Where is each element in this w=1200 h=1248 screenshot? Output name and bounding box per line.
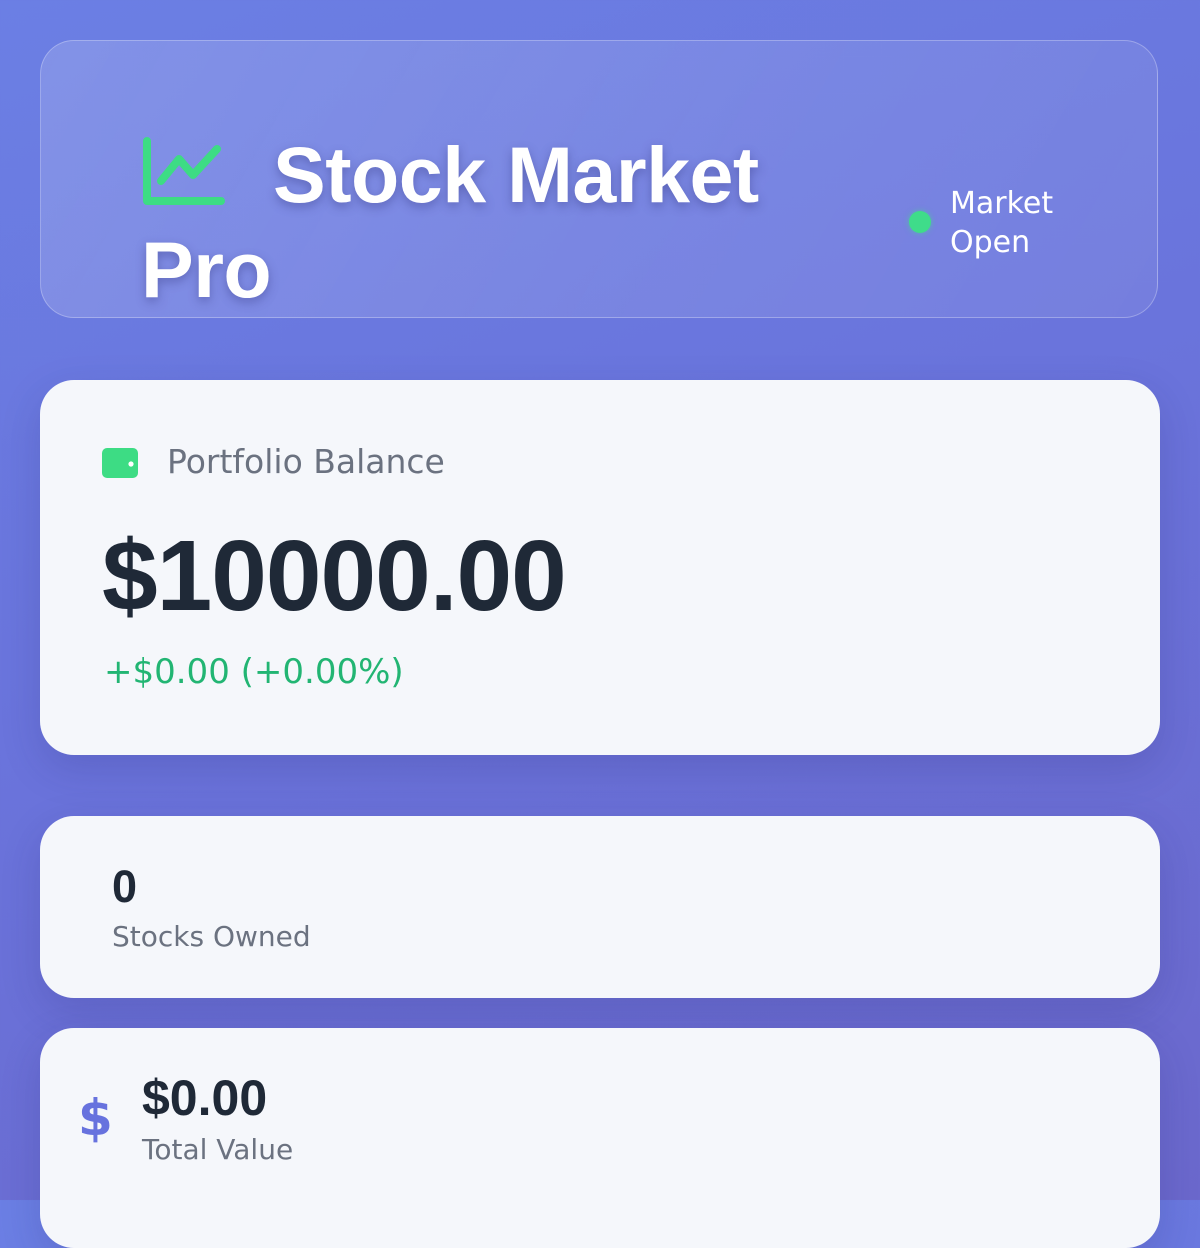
portfolio-balance-card: Portfolio Balance $10000.00 +$0.00 (+0.0…: [40, 380, 1160, 755]
stocks-owned-value: 0: [112, 861, 138, 912]
balance-change: +$0.00 (+0.00%): [104, 652, 404, 692]
status-dot-icon: [909, 211, 931, 233]
chart-line-icon: [143, 137, 225, 205]
app-header: Stock Market Pro Market Open: [40, 40, 1158, 318]
balance-label: Portfolio Balance: [167, 442, 445, 481]
stocks-owned-label: Stocks Owned: [112, 920, 311, 953]
market-status: Market Open: [909, 184, 1080, 262]
total-value-card: $ $0.00 Total Value: [40, 1028, 1160, 1248]
stocks-owned-card: 0 Stocks Owned: [40, 816, 1160, 998]
dollar-icon: $: [78, 1089, 113, 1147]
balance-value: $10000.00: [102, 520, 567, 632]
total-value-label: Total Value: [142, 1133, 294, 1166]
total-value: $0.00: [142, 1070, 268, 1126]
app-title: Stock Market Pro: [141, 130, 759, 314]
wallet-icon: [102, 448, 138, 478]
market-status-text: Market Open: [950, 186, 1054, 260]
